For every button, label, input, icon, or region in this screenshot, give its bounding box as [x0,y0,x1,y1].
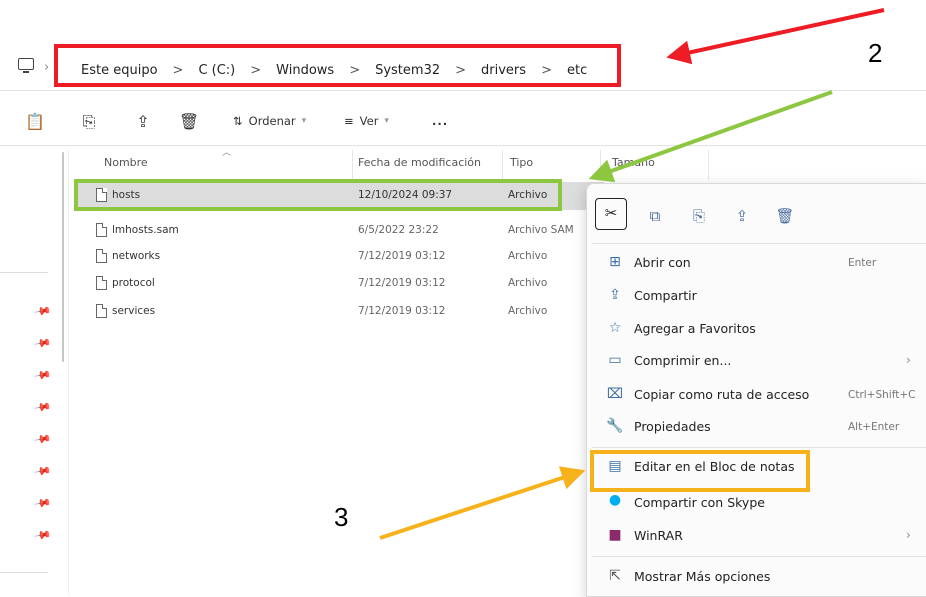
annotation-arrows [379,8,885,540]
arrow-green [588,90,833,183]
arrow-red [666,8,885,65]
arrow-yellow [379,466,586,540]
